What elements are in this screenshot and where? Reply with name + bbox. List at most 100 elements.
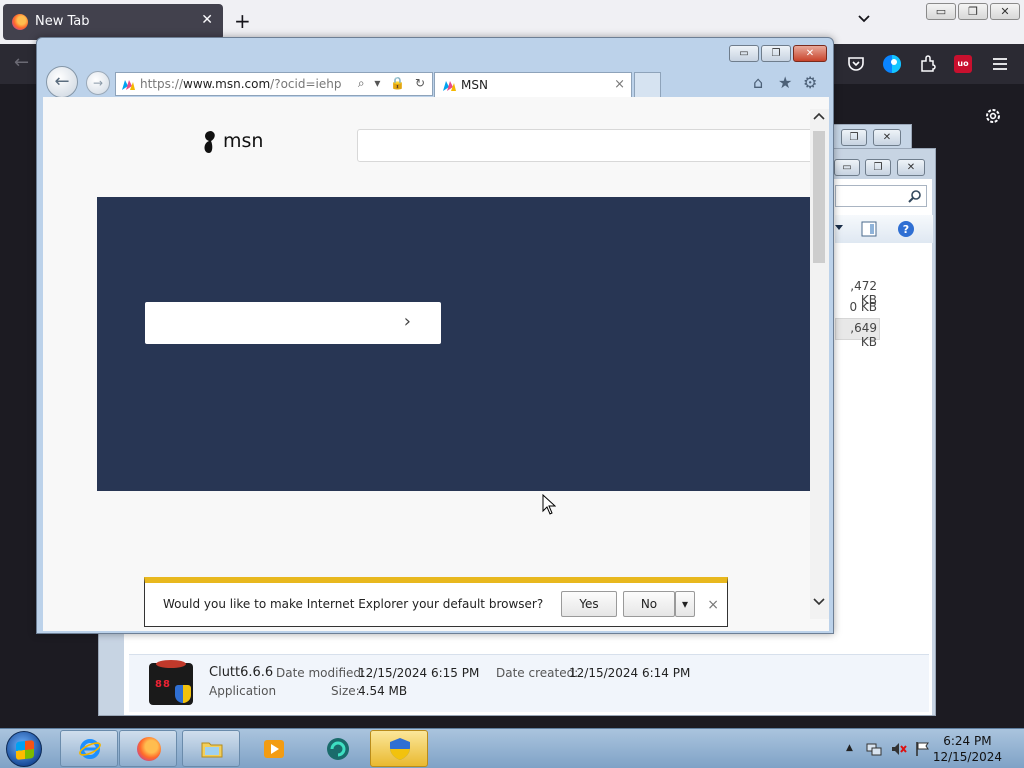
close-button[interactable]: ✕ — [793, 45, 827, 62]
search-icon — [908, 190, 921, 203]
restore-button[interactable]: ❐ — [761, 45, 791, 62]
folder-icon — [201, 742, 223, 758]
scroll-up-icon[interactable] — [813, 111, 825, 121]
search-input[interactable] — [357, 129, 817, 162]
no-button[interactable]: No — [623, 591, 675, 617]
tab-msn[interactable]: MSN × — [434, 72, 632, 97]
ublock-icon[interactable]: uo — [954, 55, 972, 73]
date-modified-value: 12/15/2024 6:15 PM — [358, 666, 480, 680]
default-browser-notification: Would you like to make Internet Explorer… — [144, 577, 728, 627]
page-content: msn › Would you like to make Internet Ex… — [43, 97, 829, 631]
preview-pane-icon[interactable] — [861, 221, 877, 237]
taskbar-media-player[interactable] — [244, 730, 302, 767]
taskbar-explorer[interactable] — [182, 730, 240, 767]
taskbar-internet-explorer[interactable] — [60, 730, 118, 767]
hero-banner: › — [97, 197, 811, 491]
application-icon: 88 — [149, 660, 193, 705]
minimize-button[interactable]: ▭ — [926, 3, 956, 20]
favorites-star-icon[interactable]: ★ — [778, 73, 792, 92]
uac-shield-icon — [175, 685, 191, 703]
explorer-search-box[interactable] — [835, 185, 927, 207]
uac-shield-icon — [390, 738, 410, 760]
svg-text:?: ? — [903, 223, 909, 236]
minimize-button[interactable]: ▭ — [834, 159, 860, 176]
back-button[interactable]: ← — [46, 66, 78, 98]
internet-explorer-window: ▭ ❐ ✕ ← → https://www.msn.com/?ocid=iehp… — [36, 37, 834, 634]
close-tab-icon[interactable]: × — [614, 77, 625, 92]
file-name: Clutt6.6.6 — [209, 665, 274, 680]
scroll-down-icon[interactable] — [813, 597, 825, 607]
minimize-button[interactable]: ▭ — [729, 45, 759, 62]
action-center-flag-icon[interactable] — [915, 741, 931, 757]
taskbar-firefox[interactable] — [119, 730, 177, 767]
hero-input[interactable]: › — [145, 302, 441, 344]
gear-icon[interactable] — [983, 106, 1003, 126]
home-icon[interactable]: ⌂ — [753, 73, 763, 92]
explorer-command-bar: ? — [835, 215, 933, 243]
windows-logo-icon — [16, 740, 34, 760]
internet-explorer-icon — [79, 739, 101, 759]
date-modified-label: Date modified: — [276, 666, 366, 680]
restore-button[interactable]: ❐ — [865, 159, 891, 176]
gear-icon[interactable]: ⚙ — [803, 73, 817, 92]
notification-message: Would you like to make Internet Explorer… — [163, 597, 544, 611]
pocket-icon[interactable] — [846, 54, 866, 74]
menu-icon[interactable] — [990, 54, 1010, 74]
restore-button[interactable]: ❐ — [841, 129, 867, 146]
new-tab-button[interactable] — [634, 72, 661, 97]
account-icon[interactable] — [882, 54, 902, 74]
network-icon[interactable] — [866, 741, 882, 757]
address-tools[interactable]: ⌕ ▾ 🔒 ↻ — [358, 76, 428, 91]
size-label: Size: — [331, 684, 360, 698]
show-hidden-icons[interactable]: ▲ — [846, 743, 853, 753]
firefox-icon — [12, 14, 28, 30]
url-scheme: https:// — [140, 77, 184, 91]
file-size: 0 KB — [849, 300, 877, 314]
system-clock[interactable]: 6:24 PM 12/15/2024 — [933, 733, 1002, 765]
extensions-icon[interactable] — [918, 54, 938, 74]
close-icon[interactable]: ✕ — [201, 12, 213, 28]
volume-muted-icon[interactable] — [891, 741, 907, 757]
close-button[interactable]: ✕ — [873, 129, 901, 146]
mouse-cursor-icon — [542, 494, 556, 515]
dropdown-arrow-icon[interactable] — [835, 223, 843, 231]
scrollbar-thumb[interactable] — [813, 131, 825, 263]
teal-app-icon — [327, 738, 349, 760]
date-created-value: 12/15/2024 6:14 PM — [569, 666, 691, 680]
firefox-tab-title: New Tab — [35, 14, 90, 29]
details-pane: 88 Clutt6.6.6 Application Date modified:… — [129, 654, 929, 712]
clock-date: 12/15/2024 — [932, 750, 1002, 764]
file-size: ,649 KB — [850, 321, 877, 349]
file-type: Application — [209, 684, 277, 698]
chevron-down-icon[interactable] — [856, 11, 872, 27]
explorer-window-back: ❐ ✕ — [830, 124, 912, 150]
msn-favicon — [443, 81, 456, 91]
taskbar-app[interactable] — [308, 730, 366, 767]
close-icon[interactable]: × — [707, 597, 719, 613]
taskbar-installer[interactable] — [370, 730, 428, 767]
forward-button[interactable]: → — [86, 71, 110, 95]
vertical-scrollbar[interactable] — [810, 109, 829, 619]
close-button[interactable]: ✕ — [990, 3, 1020, 20]
firefox-icon — [137, 737, 161, 761]
msn-logo-text: msn — [223, 130, 264, 152]
help-icon[interactable]: ? — [897, 220, 915, 238]
start-button[interactable] — [6, 731, 42, 767]
msn-butterfly-icon — [204, 131, 215, 153]
firefox-tab-new-tab[interactable]: New Tab ✕ — [3, 4, 223, 40]
media-player-icon — [264, 740, 284, 758]
msn-logo[interactable]: msn — [201, 129, 263, 158]
new-tab-button[interactable]: + — [234, 9, 251, 33]
tab-title: MSN — [461, 78, 488, 92]
address-url[interactable]: https://www.msn.com/?ocid=iehp — [140, 77, 341, 91]
url-host: www.msn.com — [183, 77, 271, 91]
no-dropdown-button[interactable]: ▾ — [675, 591, 695, 617]
size-value: 4.54 MB — [358, 684, 408, 698]
address-bar[interactable]: https://www.msn.com/?ocid=iehp ⌕ ▾ 🔒 ↻ — [115, 72, 433, 96]
date-created-label: Date created: — [496, 666, 579, 680]
chevron-right-icon[interactable]: › — [404, 311, 411, 332]
yes-button[interactable]: Yes — [561, 591, 617, 617]
close-button[interactable]: ✕ — [897, 159, 925, 176]
restore-button[interactable]: ❐ — [958, 3, 988, 20]
back-arrow-icon[interactable]: ← — [14, 52, 29, 73]
